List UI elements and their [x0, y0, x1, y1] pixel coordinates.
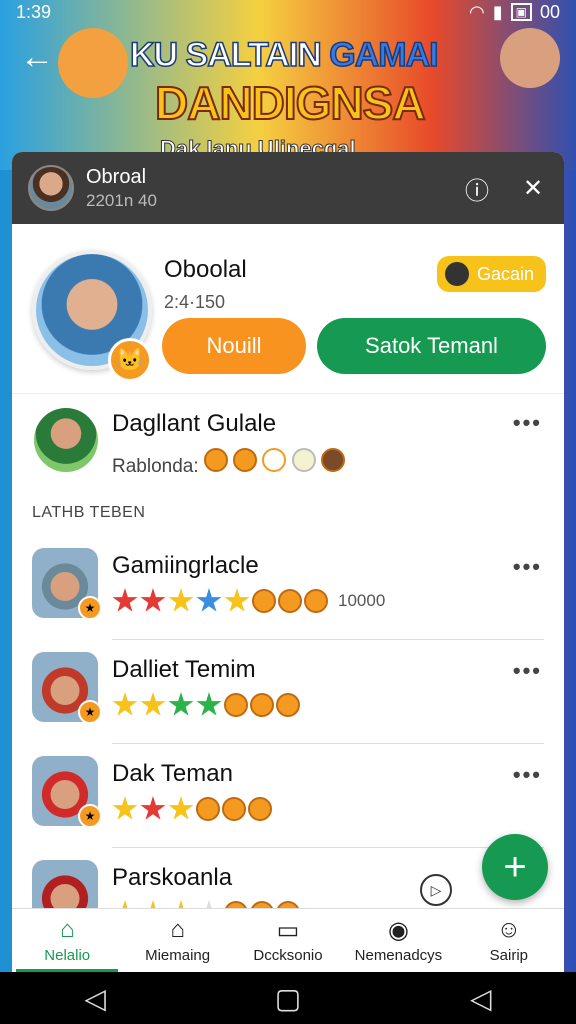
avatar-icon	[321, 448, 346, 472]
bottom-nav: ⌂ Nelalio ⌂ Miemaing ▭ Dccksonio ◉ Nemenadcys ☺ S…	[12, 908, 564, 972]
emoji-icon	[278, 589, 302, 613]
friend-badge-icon: ★	[78, 700, 102, 724]
badge-avatar-icon	[444, 262, 469, 286]
avatar[interactable]	[28, 165, 74, 211]
emoji-icon	[196, 797, 220, 821]
emoji-icon	[222, 797, 246, 821]
ring-icon	[262, 448, 287, 472]
cat-badge-icon: 🐱	[108, 338, 152, 382]
nav-item-miemaing[interactable]: ⌂ Miemaing	[122, 909, 232, 972]
nav-item-nemenadcys[interactable]: ◉ Nemenadcys	[343, 909, 453, 972]
featured-friend-row[interactable]: Dagllant Gulale Rablonda: •••	[12, 396, 564, 496]
star-icon	[112, 796, 138, 820]
featured-friend-subtitle: Rablonda:	[112, 448, 346, 478]
battery-icon: ▣	[510, 3, 532, 21]
star-icon	[140, 796, 166, 820]
friend-count: 10000	[338, 591, 386, 610]
signal-icon: ▮	[492, 1, 503, 22]
header-name: Obroal	[86, 165, 147, 188]
featured-friend-name: Dagllant Gulale	[112, 410, 277, 437]
star-icon	[168, 692, 194, 716]
friend-name: Dalliet Temim	[112, 656, 256, 683]
pin-icon: ◉	[387, 916, 409, 944]
nav-label: Sairip	[489, 947, 528, 964]
wifi-icon: ◠	[469, 1, 485, 22]
more-options-icon[interactable]: •••	[513, 554, 542, 580]
profile-name: Oboolal	[164, 256, 247, 283]
friend-badges: 10000	[112, 588, 385, 614]
friend-badges	[112, 796, 272, 822]
info-icon[interactable]: ⓘ	[462, 173, 492, 205]
friend-name: Dak Teman	[112, 760, 233, 787]
house-icon: ⌂	[170, 916, 185, 943]
star-icon	[168, 588, 194, 612]
profile-left-button[interactable]: Nouill	[162, 318, 306, 374]
nav-item-sairip[interactable]: ☺ Sairip	[454, 909, 564, 972]
star-icon	[196, 588, 222, 612]
featured-friend-avatar	[34, 408, 98, 472]
profile-stats: 2:4·150	[164, 292, 226, 312]
battery-level: 00	[539, 1, 560, 22]
nav-item-dccksonio[interactable]: ▭ Dccksonio	[233, 909, 343, 972]
emoji-icon	[252, 589, 276, 613]
list-item[interactable]: ★ Dak Teman •••	[12, 744, 564, 848]
more-options-icon[interactable]: •••	[513, 410, 542, 436]
star-icon	[140, 692, 166, 716]
emoji-icon	[203, 448, 228, 472]
more-options-icon[interactable]: •••	[513, 762, 542, 788]
star-icon	[112, 692, 138, 716]
nav-label: Dccksonio	[253, 947, 323, 964]
status-time: 1:39	[16, 1, 52, 22]
nav-label: Nemenadcys	[354, 947, 443, 964]
star-icon	[196, 692, 222, 716]
emoji-icon	[250, 693, 274, 717]
nav-item-nelalio[interactable]: ⌂ Nelalio	[12, 909, 122, 972]
emoji-icon	[224, 693, 248, 717]
home-square-icon[interactable]: ▢	[275, 982, 301, 1015]
header-meta: 2201n 40	[86, 190, 157, 210]
more-options-icon[interactable]: •••	[513, 658, 542, 684]
friends-panel: Obroal 2201n 40 ⓘ ✕ 🐱 Oboolal 2:4·150 Ga…	[12, 152, 564, 972]
star-icon	[140, 588, 166, 612]
nav-label: Miemaing	[145, 947, 211, 964]
emoji-icon	[248, 797, 272, 821]
star-icon	[168, 796, 194, 820]
back-triangle-icon[interactable]: ◁	[84, 982, 106, 1015]
status-bar: 1:39 ◠ ▮ ▣ 00	[0, 0, 576, 24]
list-item[interactable]: ★ Dalliet Temim •••	[12, 640, 564, 744]
header-banner: ← KU SALTAIN GAMAI DANDIGNSA Dak Ianu Ul…	[0, 28, 576, 162]
game-badge-button[interactable]: Gacain	[436, 256, 546, 292]
nav-label: Nelalio	[44, 947, 91, 964]
cartoon-character-left	[58, 28, 128, 98]
star-icon	[112, 588, 138, 612]
friend-name: Gamiingrlacle	[112, 552, 259, 579]
system-navigation-bar: ◁ ▢ ◁	[0, 972, 576, 1024]
banner-title: KU SALTAIN GAMAI	[129, 35, 439, 75]
friend-badge-icon: ★	[78, 804, 102, 828]
recent-triangle-icon[interactable]: ◁	[470, 982, 492, 1015]
play-icon[interactable]: ▷	[420, 874, 452, 906]
emoji-icon	[304, 589, 328, 613]
star-icon	[224, 588, 250, 612]
section-label: LATHB TEBEN	[32, 504, 146, 521]
board-icon: ▭	[276, 916, 300, 944]
emoji-icon	[233, 448, 258, 472]
home-icon: ⌂	[59, 916, 75, 943]
panel-header: Obroal 2201n 40 ⓘ ✕	[12, 152, 564, 224]
cartoon-character-right	[500, 28, 560, 88]
back-arrow-icon[interactable]: ←	[20, 38, 54, 77]
add-friend-button[interactable]: Satok Temanl	[317, 318, 546, 374]
add-fab-button[interactable]: +	[482, 834, 548, 900]
banner-title-line2: DANDIGNSA	[154, 76, 427, 130]
bunny-icon	[291, 448, 316, 472]
list-item[interactable]: ★ Gamiingrlacle 10000 •••	[12, 536, 564, 640]
friend-badges	[112, 692, 300, 718]
emoji-icon	[276, 693, 300, 717]
person-icon: ☺	[496, 916, 522, 943]
friend-badge-icon: ★	[78, 596, 102, 620]
friend-name: Parskoanla	[112, 864, 233, 891]
tools-icon[interactable]: ✕	[518, 173, 548, 203]
